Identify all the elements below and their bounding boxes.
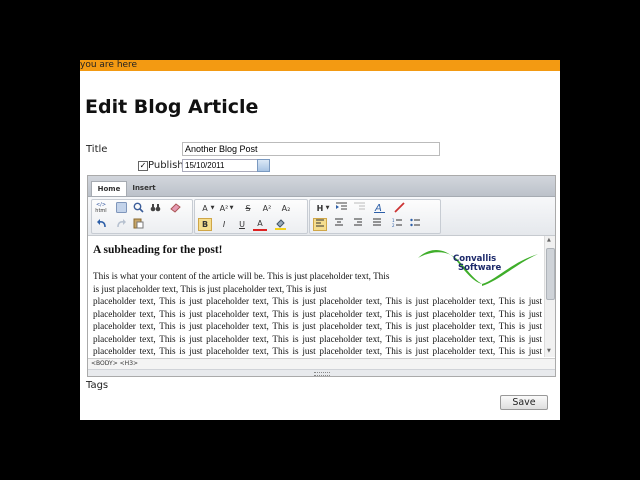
bold-button[interactable]: B [198, 218, 212, 231]
toolbar-group-font: A ▼ A² ▼ S A² A₂ B I U A [194, 199, 308, 234]
tab-home[interactable]: Home [91, 181, 127, 196]
tab-insert[interactable]: Insert [132, 181, 156, 195]
publish-label: Publish [148, 160, 184, 171]
eraser-icon[interactable] [168, 202, 182, 215]
breadcrumb: you are here [80, 60, 138, 70]
chevron-down-icon[interactable]: ▼ [228, 202, 235, 215]
indent-icon[interactable] [334, 202, 348, 215]
content-heading: A subheading for the post! [93, 244, 223, 256]
align-center-icon[interactable] [332, 218, 346, 231]
content-paragraph: placeholder text, This is just placehold… [93, 296, 542, 357]
chevron-down-icon[interactable]: ▼ [324, 202, 331, 215]
publish-checkbox[interactable]: ✓ [138, 161, 148, 171]
pen-icon[interactable] [392, 202, 406, 215]
grip-icon [314, 372, 330, 376]
convallis-software-logo: Convallis Software [418, 249, 538, 286]
scroll-up-icon[interactable]: ▲ [547, 238, 551, 243]
rich-text-editor: Home Insert </> html A ▼ A² ▼ S A² A₂ B … [87, 175, 556, 377]
editor-scrollbar[interactable]: ▲ ▼ [544, 236, 555, 357]
underline-button[interactable]: U [235, 218, 249, 231]
top-bar: you are here [80, 60, 560, 71]
svg-text:2: 2 [392, 223, 395, 227]
outdent-icon[interactable] [352, 202, 366, 215]
redo-icon[interactable] [114, 218, 128, 231]
svg-text:A: A [374, 203, 382, 213]
scroll-down-icon[interactable]: ▼ [547, 349, 551, 354]
page: you are here Edit Blog Article Title ✓ P… [80, 60, 560, 420]
resize-grip[interactable] [88, 369, 555, 376]
title-input[interactable] [182, 142, 440, 156]
italic-button[interactable]: I [217, 218, 231, 231]
tags-label: Tags [86, 380, 109, 391]
publish-date-input[interactable]: 15/10/2011 [182, 159, 258, 172]
save-button[interactable]: Save [500, 395, 548, 410]
numbered-list-icon[interactable]: 12 [390, 218, 404, 231]
justify-icon[interactable] [370, 218, 384, 231]
search-icon[interactable] [131, 202, 145, 215]
find-replace-icon[interactable] [148, 202, 162, 215]
superscript-button[interactable]: A² [260, 202, 274, 215]
calendar-button[interactable] [257, 159, 270, 172]
html-view-icon[interactable]: </> html [94, 202, 108, 215]
logo-text: Software [458, 263, 502, 273]
align-right-icon[interactable] [351, 218, 365, 231]
highlight-color-icon[interactable] [273, 218, 287, 231]
undo-icon[interactable] [94, 218, 108, 231]
element-path[interactable]: <BODY> <H3> [91, 360, 138, 367]
scrollbar-thumb[interactable] [546, 248, 555, 300]
editor-status-bar: <BODY> <H3> [88, 358, 555, 369]
strikethrough-button[interactable]: S [241, 202, 255, 215]
editor-content[interactable]: A subheading for the post! This is what … [93, 236, 542, 357]
page-title: Edit Blog Article [85, 96, 259, 118]
editor-tabstrip: Home Insert [88, 176, 555, 197]
toolbar-group-edit: </> html [91, 199, 193, 234]
editor-toolbar: </> html A ▼ A² ▼ S A² A₂ B I U A H ▼ A … [88, 197, 555, 236]
design-view-icon[interactable] [114, 202, 128, 215]
chevron-down-icon[interactable]: ▼ [209, 202, 216, 215]
toolbar-group-paragraph: H ▼ A 12 [309, 199, 441, 234]
style-icon[interactable]: A [372, 202, 386, 215]
align-left-icon[interactable] [313, 218, 327, 231]
content-paragraph: This is what your content of the article… [93, 271, 390, 294]
paste-icon[interactable] [131, 218, 145, 231]
title-label: Title [86, 144, 108, 155]
font-color-button[interactable]: A [253, 218, 267, 231]
bullet-list-icon[interactable] [408, 218, 422, 231]
subscript-button[interactable]: A₂ [279, 202, 293, 215]
